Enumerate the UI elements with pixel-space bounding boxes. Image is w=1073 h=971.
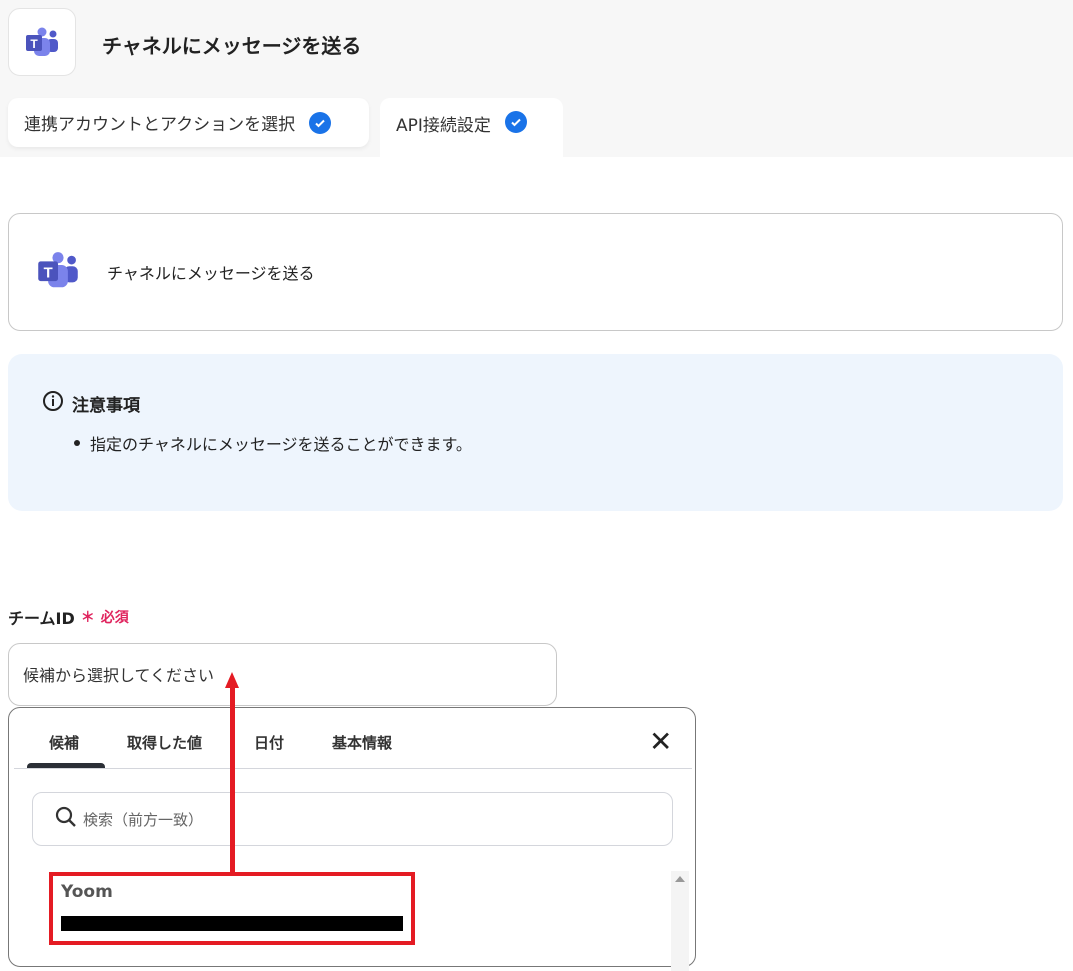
required-label: 必須 — [100, 610, 129, 626]
tab-label: 連携アカウントとアクションを選択 — [24, 115, 296, 135]
annotation-arrowhead — [225, 672, 239, 688]
tab-label: API接続設定 — [396, 116, 491, 136]
tab-basic-info[interactable]: 基本情報 — [332, 732, 392, 753]
svg-text:T: T — [44, 265, 53, 281]
scrollbar[interactable] — [671, 871, 689, 971]
option-item[interactable]: Yoom — [49, 872, 415, 945]
divider — [14, 768, 692, 769]
action-label: チャネルにメッセージを送る — [107, 264, 315, 283]
redacted-id — [61, 916, 403, 931]
teams-icon: T — [8, 8, 76, 76]
tab-candidates[interactable]: 候補 — [49, 732, 79, 753]
info-icon — [42, 390, 64, 417]
notice-box: 注意事項 指定のチャネルにメッセージを送ることができます。 — [8, 354, 1063, 511]
suggestion-dropdown: 候補 取得した値 日付 基本情報 ✕ 検索（前方一致） Yoom — [8, 707, 696, 971]
action-card: T チャネルにメッセージを送る — [8, 213, 1063, 331]
team-id-input[interactable]: 候補から選択してください — [8, 643, 557, 706]
close-icon[interactable]: ✕ — [649, 728, 672, 756]
option-name: Yoom — [61, 882, 113, 902]
check-icon — [309, 111, 332, 134]
tab-api-settings[interactable]: API接続設定 — [380, 98, 563, 157]
required-mark: ＊ — [80, 610, 95, 626]
svg-text:T: T — [30, 37, 38, 51]
search-input[interactable]: 検索（前方一致） — [32, 792, 673, 846]
header: T チャネルにメッセージを送る 連携アカウントとアクションを選択 API接続設定 — [0, 0, 1073, 157]
annotation-arrow — [230, 686, 235, 874]
tab-date[interactable]: 日付 — [254, 732, 284, 753]
search-icon — [55, 806, 77, 832]
page-title: チャネルにメッセージを送る — [102, 34, 362, 58]
check-icon — [504, 111, 527, 133]
teams-icon: T — [37, 251, 79, 293]
tab-account-action[interactable]: 連携アカウントとアクションを選択 — [8, 98, 369, 147]
tab-fetched-values[interactable]: 取得した値 — [127, 732, 202, 753]
notice-title: 注意事項 — [72, 396, 140, 416]
team-id-label: チームID ＊ 必須 — [8, 609, 129, 628]
notice-item: 指定のチャネルにメッセージを送ることができます。 — [74, 431, 472, 455]
